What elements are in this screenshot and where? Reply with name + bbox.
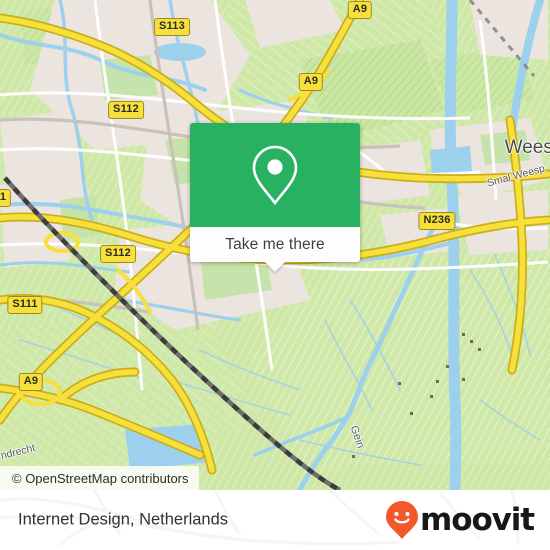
map-canvas[interactable]: S113A9A9S112S112S111A9N2361 WeespSmal We… bbox=[0, 0, 550, 490]
footer-bar: Internet Design, Netherlands moovit bbox=[0, 490, 550, 550]
popup-tail-pointer bbox=[265, 262, 285, 272]
popup-icon-panel bbox=[190, 123, 360, 227]
location-pin-icon bbox=[252, 145, 298, 206]
screenshot-root: S113A9A9S112S112S111A9N2361 WeespSmal We… bbox=[0, 0, 550, 550]
map-label-weesp: Weesp bbox=[504, 137, 550, 158]
moovit-logo[interactable]: moovit bbox=[385, 500, 535, 540]
road-shield-a9-6: A9 bbox=[18, 373, 44, 391]
moovit-wordmark: moovit bbox=[420, 501, 535, 538]
page-title: Internet Design, Netherlands bbox=[18, 510, 229, 529]
osm-attribution-text: © OpenStreetMap contributors bbox=[12, 470, 189, 486]
road-shield-s112-3: S112 bbox=[108, 101, 144, 119]
take-me-there-label: Take me there bbox=[225, 235, 325, 253]
road-shield-a9-1: A9 bbox=[347, 1, 373, 19]
osm-attribution[interactable]: © OpenStreetMap contributors bbox=[0, 466, 199, 490]
road-shield-a9-2: A9 bbox=[298, 73, 324, 91]
road-shield-s111-5: S111 bbox=[7, 296, 43, 314]
take-me-there-button[interactable]: Take me there bbox=[190, 227, 360, 272]
road-shield-n236-7: N236 bbox=[418, 212, 456, 230]
location-popup-card[interactable]: Take me there bbox=[190, 123, 360, 272]
road-shield-1-8: 1 bbox=[0, 189, 12, 207]
moovit-smiley-pin-icon bbox=[386, 501, 419, 539]
road-shield-s112-4: S112 bbox=[100, 245, 136, 263]
road-shield-s113-0: S113 bbox=[154, 18, 190, 36]
